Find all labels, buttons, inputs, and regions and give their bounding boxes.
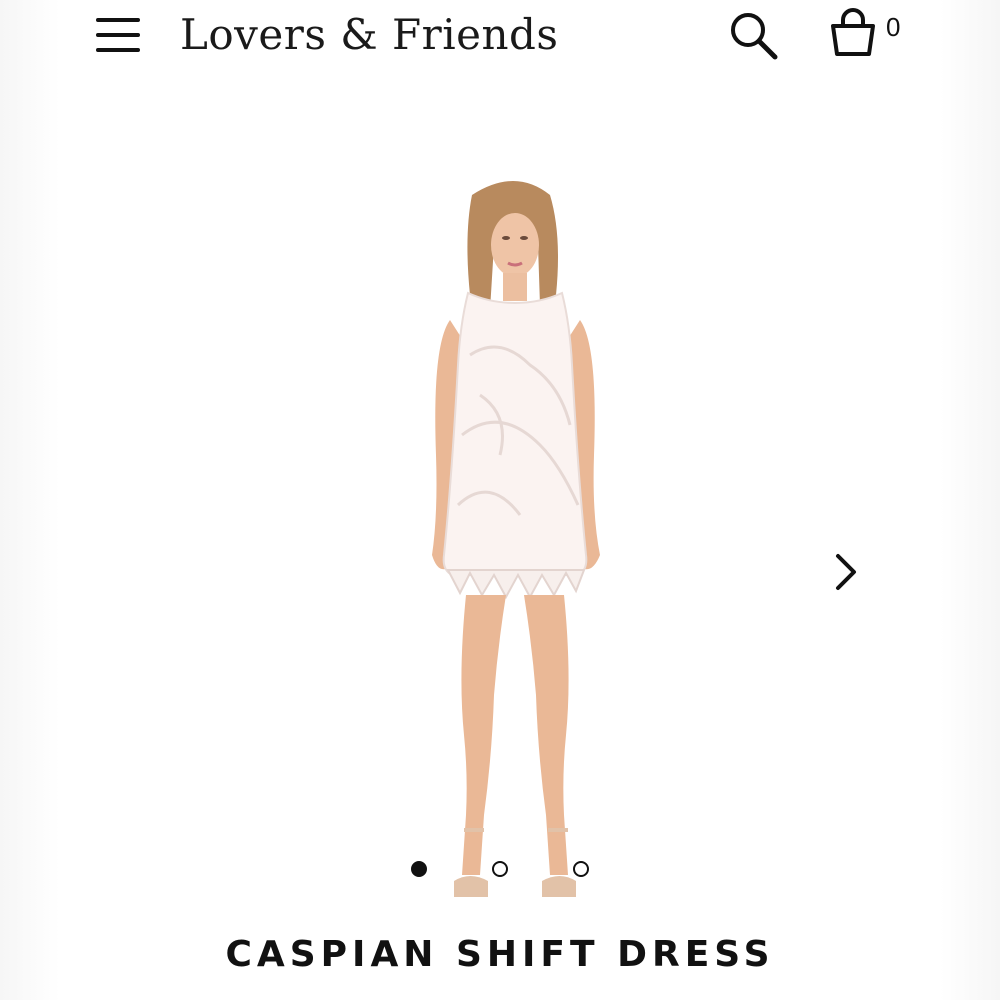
cart-count-badge[interactable]: 0	[886, 12, 900, 42]
shopping-bag-icon[interactable]	[826, 6, 880, 60]
carousel-dot-2[interactable]	[492, 861, 508, 877]
hamburger-menu-icon[interactable]	[94, 15, 142, 55]
product-title: CASPIAN SHIFT DRESS	[225, 934, 775, 975]
chevron-right-icon[interactable]	[826, 550, 866, 594]
product-image-carousel[interactable]	[0, 80, 1000, 897]
top-bar: Lovers & Friends 0	[0, 0, 1000, 80]
carousel-dot-3[interactable]	[573, 861, 589, 877]
carousel-dot-1[interactable]	[411, 861, 427, 877]
carousel-pagination	[0, 858, 1000, 882]
brand-logo[interactable]: Lovers & Friends	[180, 8, 558, 62]
search-icon[interactable]	[728, 10, 780, 62]
product-photo	[432, 181, 600, 897]
product-page: Lovers & Friends 0 CASPIAN SHIFT DRESS	[0, 0, 1000, 1000]
